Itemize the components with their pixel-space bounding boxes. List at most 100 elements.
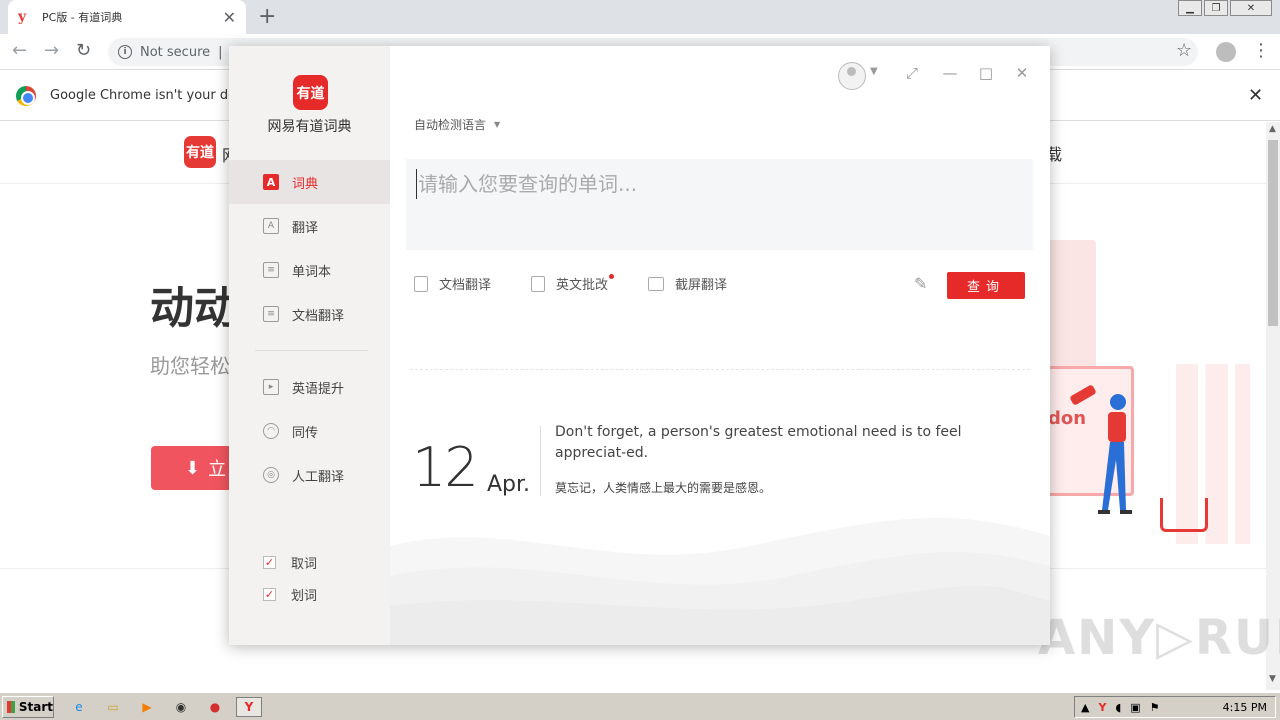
- video-icon: ▸: [263, 379, 279, 395]
- chrome-logo-icon: [16, 85, 36, 106]
- hero-subtitle: 助您轻松: [150, 354, 230, 378]
- info-icon[interactable]: i: [118, 45, 132, 59]
- capture-options: ✓ 取词 ✓ 划词: [263, 546, 317, 610]
- dictionary-icon: A: [263, 174, 279, 190]
- scroll-down-icon[interactable]: ▼: [1269, 674, 1276, 684]
- scroll-up-icon[interactable]: ▲: [1269, 124, 1276, 134]
- windows-logo-icon: [7, 701, 15, 713]
- window-controls: ▁ ❐ ✕: [1178, 0, 1272, 16]
- sidebar-item-wordbook[interactable]: ≡ 单词本: [229, 248, 390, 292]
- sidebar-item-interpretation[interactable]: ◠ 同传: [229, 409, 390, 453]
- document-icon: ≡: [263, 306, 279, 322]
- bookmark-star-icon[interactable]: ☆: [1176, 40, 1192, 61]
- wordbook-icon: ≡: [263, 262, 279, 278]
- download-icon: ⬇: [185, 457, 201, 479]
- chrome-taskbar-icon[interactable]: ◉: [170, 697, 192, 717]
- sidebar-item-label: 英语提升: [292, 381, 345, 397]
- youdao-taskbar-icon[interactable]: Y: [236, 697, 262, 717]
- youdao-favicon-icon: y: [18, 9, 27, 25]
- opera-icon[interactable]: ●: [204, 697, 226, 717]
- checkbox-label: 取词: [291, 556, 318, 572]
- sidebar-item-label: 同传: [292, 425, 319, 441]
- anyrun-watermark: ANY▷RUN: [1038, 610, 1280, 666]
- sidebar-item-translate[interactable]: A 翻译: [229, 204, 390, 248]
- infobar-close-icon[interactable]: ✕: [1248, 85, 1263, 106]
- youdao-dictionary-window: 有道 网易有道词典 A 词典 A 翻译 ≡ 单词本 ≡ 文档翻译 ▸ 英语提升: [229, 46, 1050, 645]
- checkbox-label: 划词: [291, 588, 318, 604]
- headset-icon: ◎: [263, 467, 279, 483]
- download-button-label: 立: [208, 459, 227, 480]
- restore-icon[interactable]: ❐: [1204, 0, 1228, 16]
- sidebar-item-label: 文档翻译: [292, 308, 345, 324]
- network-icon[interactable]: ▣: [1130, 701, 1140, 714]
- minimize-icon[interactable]: ▁: [1178, 0, 1202, 16]
- browser-tab[interactable]: y PC版 - 有道词典 ✕: [8, 0, 246, 34]
- close-icon[interactable]: ✕: [1012, 64, 1032, 82]
- checkbox-icon[interactable]: ✓: [263, 555, 276, 569]
- address-separator: |: [218, 44, 223, 60]
- sidebar-item-dictionary[interactable]: A 词典: [229, 160, 390, 204]
- reload-icon[interactable]: ↻: [76, 40, 91, 61]
- checkbox-icon[interactable]: ✓: [263, 587, 276, 601]
- site-logo[interactable]: 有道: [184, 136, 216, 168]
- ie-icon[interactable]: e: [68, 697, 90, 717]
- select-word-option[interactable]: ✓ 划词: [263, 578, 317, 610]
- tray-expand-icon[interactable]: ▲: [1081, 701, 1089, 714]
- close-window-icon[interactable]: ✕: [1230, 0, 1272, 16]
- tool-essay-correction[interactable]: 英文批改: [531, 274, 615, 293]
- chrome-menu-icon[interactable]: ⋮: [1252, 40, 1270, 61]
- language-select-label: 自动检测语言: [414, 118, 487, 132]
- chevron-down-icon[interactable]: ▼: [870, 66, 878, 77]
- tab-close-icon[interactable]: ✕: [223, 8, 236, 27]
- scroll-thumb[interactable]: [1268, 140, 1278, 326]
- new-tab-icon[interactable]: +: [258, 4, 276, 29]
- edit-pen-icon[interactable]: ✎: [914, 274, 927, 293]
- app-name: 网易有道词典: [267, 119, 352, 135]
- person-illustration-icon: [1098, 394, 1132, 514]
- user-avatar-icon[interactable]: [838, 62, 866, 90]
- tool-label: 英文批改: [556, 278, 609, 293]
- maximize-icon[interactable]: □: [976, 64, 996, 82]
- daily-quote-english: Don't forget, a person's greatest emotio…: [555, 424, 962, 461]
- quote-divider: [540, 426, 541, 496]
- daily-date-day: 12: [412, 436, 479, 499]
- forward-arrow-icon[interactable]: →: [44, 40, 59, 61]
- explorer-folder-icon[interactable]: ▭: [102, 697, 124, 717]
- back-arrow-icon[interactable]: ←: [12, 40, 27, 61]
- wave-background: [390, 517, 1050, 645]
- volume-icon[interactable]: ◖: [1115, 701, 1121, 714]
- language-select[interactable]: 自动检测语言 ▼: [414, 116, 500, 133]
- media-player-icon[interactable]: ▶: [136, 697, 158, 717]
- sidebar-nav: A 词典 A 翻译 ≡ 单词本 ≡ 文档翻译 ▸ 英语提升 ◠ 同传 ◎ 人工翻…: [229, 160, 390, 497]
- query-button[interactable]: 查询: [947, 272, 1025, 299]
- capture-word-option[interactable]: ✓ 取词: [263, 546, 317, 578]
- profile-avatar-icon[interactable]: [1216, 42, 1236, 62]
- check-document-icon: [531, 275, 546, 292]
- tool-row: 文档翻译 英文批改 截屏翻译: [414, 274, 727, 293]
- tool-label: 文档翻译: [439, 278, 492, 293]
- interpretation-icon: ◠: [263, 423, 279, 439]
- minimize-icon[interactable]: —: [940, 64, 960, 82]
- windows-taskbar: Start e ▭ ▶ ◉ ● Y ▲ Y ◖ ▣ ⚑ 4:15 PM: [0, 692, 1280, 720]
- youdao-tray-icon[interactable]: Y: [1098, 701, 1106, 714]
- sidebar-item-label: 词典: [292, 176, 319, 192]
- flag-icon[interactable]: ⚑: [1150, 701, 1160, 714]
- app-main: ▼ ⤢ — □ ✕ 自动检测语言 ▼ 文档翻译 英文批改 截屏翻译: [390, 46, 1050, 645]
- sidebar-item-label: 人工翻译: [292, 469, 345, 485]
- start-button[interactable]: Start: [2, 696, 54, 718]
- sidebar-item-label: 翻译: [292, 220, 319, 236]
- sidebar-item-english-improve[interactable]: ▸ 英语提升: [229, 365, 390, 409]
- browser-tabstrip: y PC版 - 有道词典 ✕ + ▁ ❐ ✕: [0, 0, 1280, 34]
- chair-illustration-icon: [1160, 498, 1208, 532]
- mini-mode-icon[interactable]: ⤢: [902, 64, 922, 82]
- app-logo: 有道: [293, 75, 328, 110]
- sidebar-item-human-translate[interactable]: ◎ 人工翻译: [229, 453, 390, 497]
- start-label: Start: [18, 700, 53, 714]
- tool-screenshot-translate[interactable]: 截屏翻译: [648, 274, 727, 293]
- tool-doc-translate[interactable]: 文档翻译: [414, 274, 491, 293]
- daily-date-month: Apr.: [487, 472, 531, 497]
- sidebar-item-doc-translate[interactable]: ≡ 文档翻译: [229, 292, 390, 336]
- page-scrollbar[interactable]: ▲ ▼: [1266, 122, 1280, 690]
- search-input[interactable]: [416, 169, 1016, 199]
- caret-down-icon: ▼: [494, 120, 501, 129]
